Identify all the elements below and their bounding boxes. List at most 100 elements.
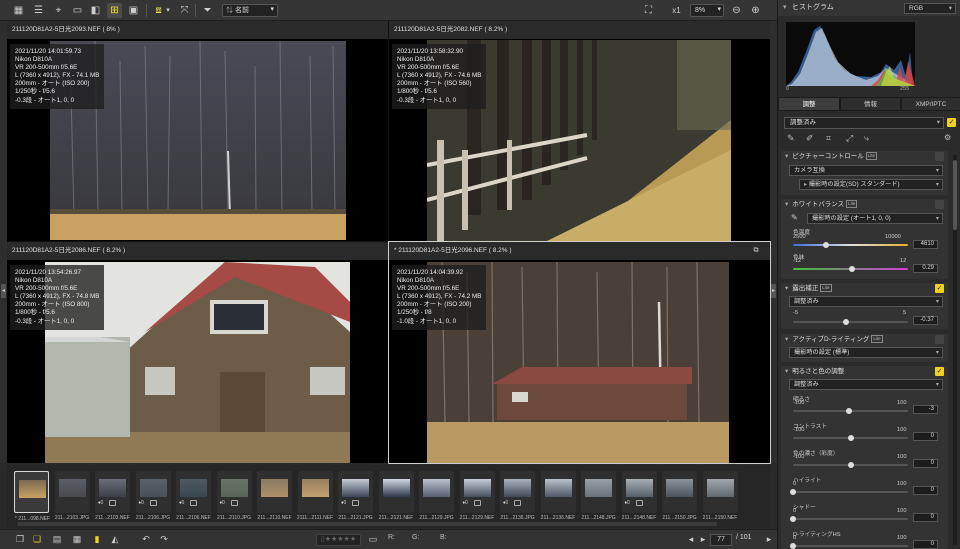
filmstrip-thumbnail[interactable]: 211...2103.JPG	[54, 471, 90, 521]
adjust-row-value[interactable]: 0	[913, 513, 938, 522]
next-icon[interactable]: ▸	[696, 533, 710, 546]
wb-setting-dropdown[interactable]: 撮影時の設定 (オート1, 0, 0) ▾	[807, 213, 943, 224]
split-view-icon[interactable]: ◧	[88, 3, 103, 18]
adl-setting-dropdown[interactable]: 撮影時の設定 (標準) ▾	[789, 347, 943, 358]
compare-pane[interactable]: 211120D81A2-5日光2093.NEF ( 8% ) 2021/11/2…	[7, 21, 388, 241]
adjust-enable-checkbox[interactable]: ✓	[947, 118, 956, 127]
adjust-row-slider[interactable]	[793, 462, 908, 468]
temp-slider-knob[interactable]	[823, 242, 830, 248]
picture-control-mode-dropdown[interactable]: カメラ互換 ▾	[789, 165, 943, 176]
zoom-mode-button[interactable]: x1	[669, 3, 684, 18]
retouch-icon[interactable]: ✐	[806, 133, 814, 144]
crop-icon[interactable]: ⌗	[826, 133, 831, 144]
adjust-row-value[interactable]: 0	[913, 540, 938, 549]
info-icon[interactable]: ▮	[90, 533, 104, 546]
rotate-left-icon[interactable]: ↶	[139, 533, 153, 546]
fit-screen-icon[interactable]: ⛶	[641, 3, 656, 18]
section-header[interactable]: ▾ アクティブD-ライティング Lite	[785, 334, 883, 346]
exposure-slider-knob[interactable]	[842, 319, 849, 325]
panel-scrollbar-thumb[interactable]	[953, 160, 957, 230]
tab-adjust[interactable]: 調整	[778, 97, 840, 111]
section-header[interactable]: ▾ ピクチャーコントロール Lite	[785, 151, 877, 163]
grid-overlay-icon[interactable]: ▦	[70, 533, 84, 546]
section-header[interactable]: ▾ ホワイトバランス Lite	[785, 199, 858, 211]
flag-icon[interactable]: ▭	[366, 533, 380, 546]
section-checkbox[interactable]	[935, 200, 944, 209]
adjust-row-value[interactable]: 0	[913, 432, 938, 441]
filmstrip-scrollbar[interactable]	[17, 522, 717, 526]
filmstrip-thumbnail[interactable]: 211...2110.NEF	[257, 471, 292, 521]
filmstrip-thumbnail[interactable]: 211...2150.NEF	[702, 471, 738, 521]
adjust-row-slider[interactable]	[790, 516, 908, 522]
filter-icon[interactable]: ⏷	[200, 3, 215, 18]
rating-stars[interactable]: ▯★★★★★	[316, 534, 361, 546]
list-view-icon[interactable]: ☰	[31, 3, 46, 18]
tint-slider[interactable]	[793, 266, 908, 272]
section-checkbox[interactable]	[935, 152, 944, 161]
right-panel-toggle[interactable]: ▸	[771, 284, 776, 298]
exposure-slider[interactable]	[793, 319, 908, 325]
adjust-preset-dropdown[interactable]: 調整済み ▾	[784, 117, 944, 129]
expand-icon[interactable]: ▸	[762, 533, 776, 546]
page-number[interactable]: 77	[710, 534, 732, 546]
section-checkbox[interactable]: ✓	[935, 367, 944, 376]
adjust-row-knob[interactable]	[790, 543, 796, 549]
adjust-row-value[interactable]: 0	[913, 459, 938, 468]
filmstrip-thumbnail[interactable]: ♦0 211...2103.NEF	[95, 471, 130, 521]
left-panel-toggle[interactable]: ◂	[1, 284, 6, 298]
tab-xmp-iptc[interactable]: XMP/IPTC	[901, 97, 960, 111]
picture-control-setting-dropdown[interactable]: ▸ 撮影時の設定(SD) スタンダード) ▾	[799, 179, 943, 190]
straighten-icon[interactable]: ⤢	[846, 133, 853, 144]
adjust-row-slider[interactable]	[790, 489, 908, 495]
section-header[interactable]: ▾ 明るさと色の調整	[785, 366, 844, 378]
filmstrip-thumbnail[interactable]: ♦0 211...2106.NEF	[176, 471, 211, 521]
sync-icon[interactable]: ⧉	[750, 244, 762, 256]
thumbnail-grid-icon[interactable]: ▦	[11, 3, 26, 18]
adjust-row-value[interactable]: -3	[913, 405, 938, 414]
adjust-row-knob[interactable]	[790, 516, 796, 522]
sort-dropdown[interactable]: ⇅ 名前 ▾	[222, 4, 278, 17]
metadata-icon[interactable]: ▤	[50, 533, 64, 546]
temp-value[interactable]: 4610	[913, 240, 938, 249]
panel-scrollbar[interactable]	[953, 155, 957, 545]
filmstrip-thumbnail[interactable]: 211...2148.JPG	[581, 471, 616, 521]
filmstrip-thumbnail[interactable]: * 211...098.NEF	[14, 471, 50, 522]
filmstrip-thumbnail[interactable]: ♦0 211...2121.JPG	[338, 471, 373, 521]
filmstrip-thumbnail[interactable]: ♦0 211...2106.JPG	[135, 471, 171, 521]
section-checkbox[interactable]	[935, 335, 944, 344]
section-checkbox[interactable]: ✓	[935, 284, 944, 293]
adjust-row-knob[interactable]	[846, 408, 853, 414]
adjust-row-slider[interactable]	[793, 435, 908, 441]
channel-dropdown[interactable]: RGB ▾	[904, 3, 956, 14]
adjust-row-knob[interactable]	[847, 435, 854, 441]
fit-icon[interactable]: ⤧	[177, 3, 192, 18]
adjust-row-slider[interactable]	[793, 408, 908, 414]
filmstrip-thumbnail[interactable]: 211...2121.NEF	[378, 471, 414, 521]
compare-pane-selected[interactable]: * 211120D81A2-5日光2096.NEF ( 8.2% ) ⧉ 202…	[388, 241, 771, 464]
zoom-dropdown[interactable]: 8% ▾	[690, 4, 724, 17]
filmstrip-thumbnail[interactable]: 211...2136.NEF	[540, 471, 576, 521]
tint-slider-knob[interactable]	[848, 266, 855, 272]
adjust-row-value[interactable]: 0	[913, 486, 938, 495]
zoom-in-icon[interactable]: ⊕	[748, 3, 763, 18]
filmstrip-thumbnail[interactable]: 211...2150.JPG	[662, 471, 697, 521]
compare-pane[interactable]: 211120D81A2-5日光2082.NEF ( 8.2% ) 2021/11	[389, 21, 770, 241]
single-view-icon[interactable]: ▭	[70, 3, 85, 18]
tab-info[interactable]: 情報	[840, 97, 901, 111]
section-header[interactable]: ▾ 露出補正 Lite	[785, 283, 832, 295]
filmstrip-thumbnail[interactable]: ♦0 211...2148.NEF	[621, 471, 657, 521]
perspective-icon[interactable]: ⤷	[864, 133, 869, 144]
histogram-icon[interactable]: ◭	[108, 533, 122, 546]
zoom-out-icon[interactable]: ⊖	[729, 3, 744, 18]
label-icon[interactable]: ❏	[30, 533, 44, 546]
adjust-row-knob[interactable]	[847, 462, 854, 468]
adjust-row-slider[interactable]	[790, 543, 908, 549]
map-pin-icon[interactable]: ⌖	[51, 3, 66, 18]
wb-picker-icon[interactable]: ✎	[791, 213, 798, 222]
exposure-value[interactable]: -0.37	[913, 316, 938, 325]
temp-slider[interactable]	[793, 242, 908, 248]
adjust-row-knob[interactable]	[790, 489, 796, 495]
tint-value[interactable]: 0.29	[913, 264, 938, 273]
exposure-state-dropdown[interactable]: 調整済み ▾	[789, 296, 943, 307]
filmstrip-thumbnail[interactable]: 211...2129.JPG	[419, 471, 454, 521]
